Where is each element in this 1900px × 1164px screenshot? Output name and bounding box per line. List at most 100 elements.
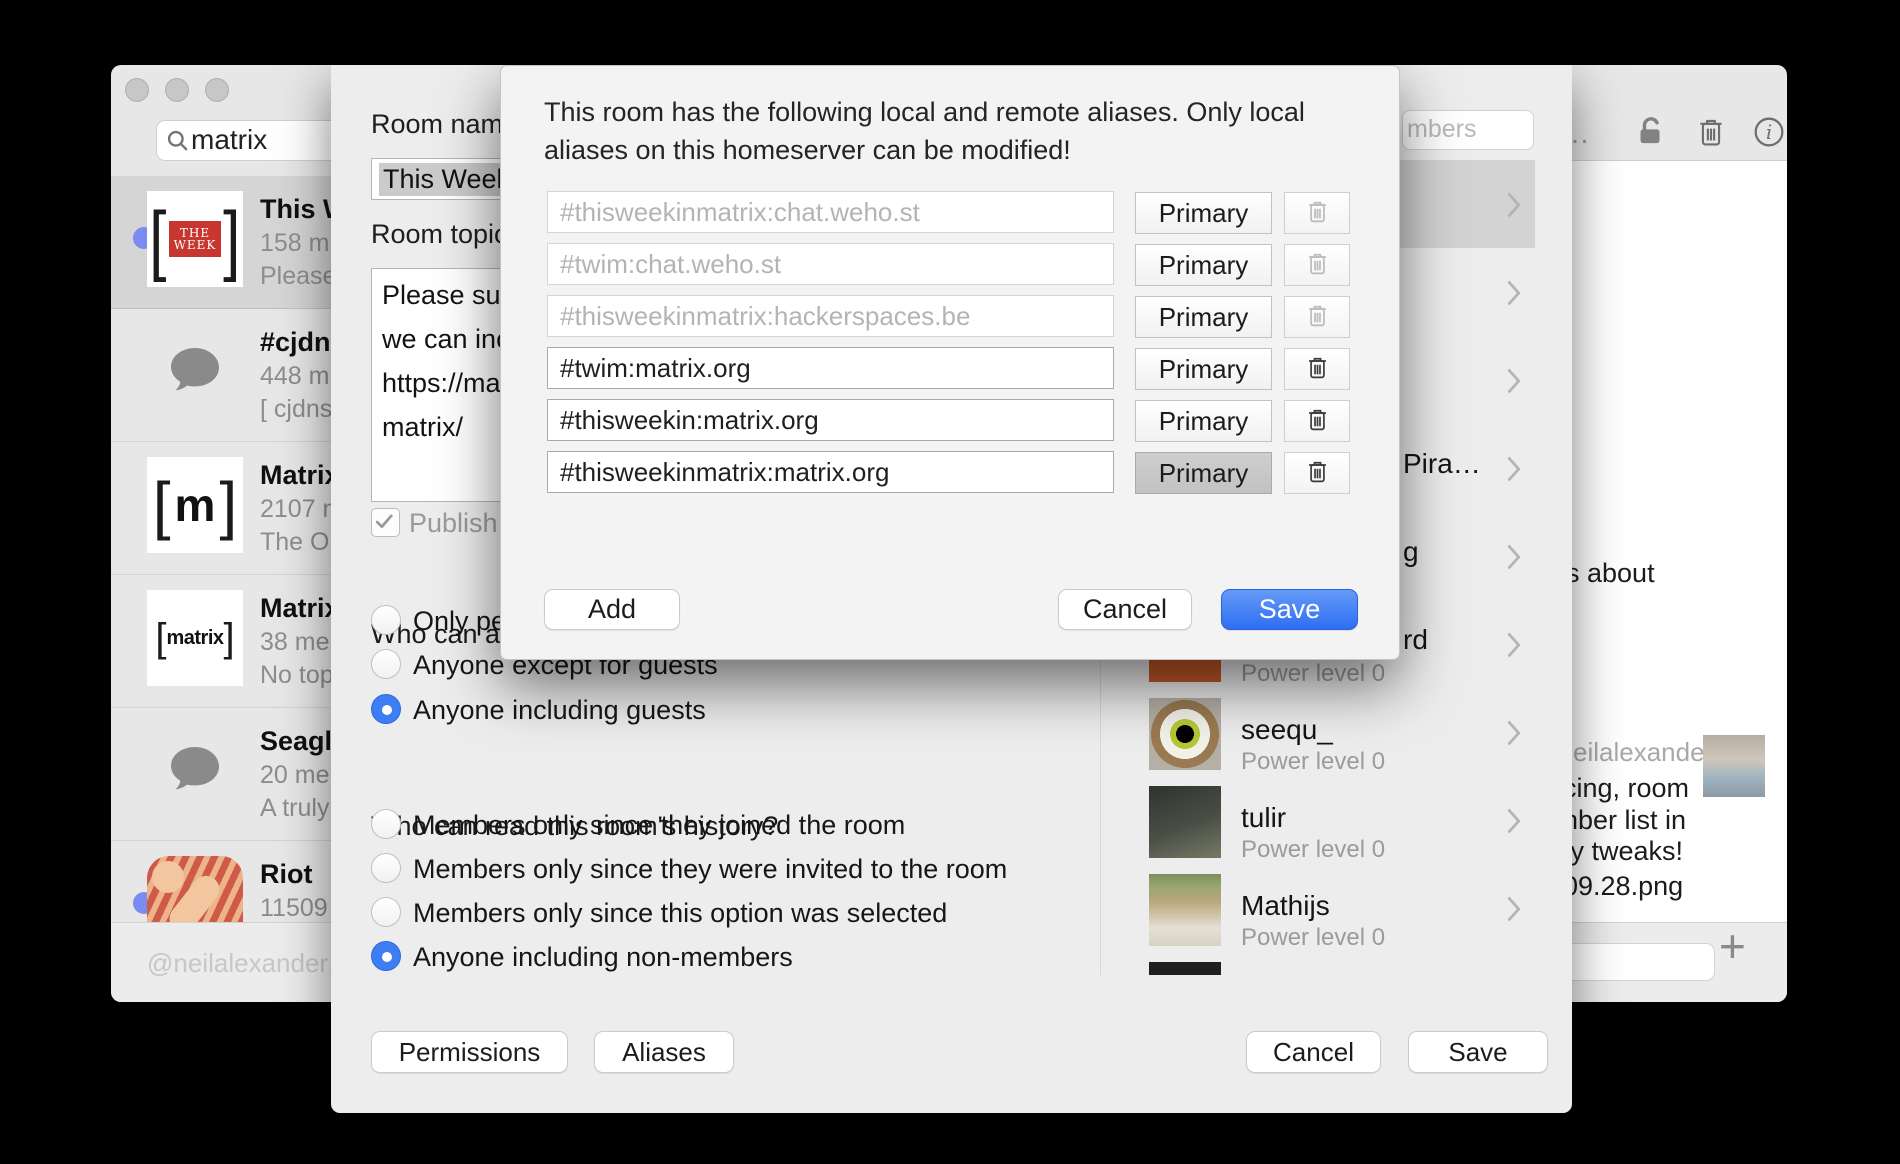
alias-input[interactable] bbox=[547, 191, 1114, 233]
publish-checkbox[interactable] bbox=[371, 508, 400, 537]
avatar bbox=[1149, 874, 1221, 946]
alias-primary-button[interactable]: Primary bbox=[1135, 296, 1272, 338]
alias-input[interactable] bbox=[547, 399, 1114, 441]
room-avatar: [m] bbox=[147, 457, 243, 553]
permissions-button[interactable]: Permissions bbox=[371, 1031, 568, 1073]
radio-icon[interactable] bbox=[371, 649, 401, 679]
avatar bbox=[1703, 735, 1765, 797]
room-list: [THEWEEK] This W 158 m Please #cjdns 448… bbox=[111, 176, 331, 922]
chevron-right-icon[interactable] bbox=[1507, 896, 1521, 927]
radio-icon[interactable] bbox=[371, 853, 401, 883]
chevron-right-icon[interactable] bbox=[1507, 544, 1521, 575]
chevron-right-icon[interactable] bbox=[1507, 456, 1521, 487]
alias-save-button[interactable]: Save bbox=[1221, 589, 1358, 630]
room-avatar: [matrix] bbox=[147, 590, 243, 686]
radio-icon[interactable] bbox=[371, 694, 401, 724]
room-topic-preview: A truly bbox=[260, 794, 329, 823]
chat-message-line: cing, room bbox=[1563, 773, 1689, 804]
room-list-item[interactable]: [m] Matrix 2107 n The O bbox=[111, 442, 331, 575]
trash-icon bbox=[1304, 301, 1331, 333]
radio-icon[interactable] bbox=[371, 605, 401, 635]
chevron-right-icon[interactable] bbox=[1507, 192, 1521, 223]
chevron-right-icon[interactable] bbox=[1507, 808, 1521, 839]
alias-delete-button[interactable] bbox=[1284, 400, 1350, 442]
alias-delete-button[interactable] bbox=[1284, 244, 1350, 286]
room-title: Matrix bbox=[260, 593, 331, 624]
alias-add-button[interactable]: Add bbox=[544, 589, 680, 630]
room-avatar bbox=[147, 324, 243, 420]
window-zoom-button[interactable] bbox=[205, 78, 229, 102]
room-list-item[interactable]: [THEWEEK] This W 158 m Please bbox=[111, 176, 331, 309]
trash-icon bbox=[1304, 353, 1331, 385]
settings-save-button[interactable]: Save bbox=[1408, 1031, 1548, 1073]
member-name-fragment: g bbox=[1403, 536, 1419, 568]
chevron-right-icon[interactable] bbox=[1507, 720, 1521, 751]
alias-row: Primary bbox=[501, 243, 1401, 287]
settings-cancel-button[interactable]: Cancel bbox=[1246, 1031, 1381, 1073]
trash-icon[interactable] bbox=[1693, 112, 1729, 152]
alias-delete-button[interactable] bbox=[1284, 192, 1350, 234]
member-filter-field[interactable] bbox=[1402, 110, 1534, 150]
info-icon[interactable]: i bbox=[1751, 112, 1787, 152]
chevron-right-icon[interactable] bbox=[1507, 368, 1521, 399]
window-close-button[interactable] bbox=[125, 78, 149, 102]
room-member-count: 38 me bbox=[260, 628, 329, 657]
window-minimize-button[interactable] bbox=[165, 78, 189, 102]
alias-input[interactable] bbox=[547, 347, 1114, 389]
aliases-button[interactable]: Aliases bbox=[594, 1031, 734, 1073]
room-avatar bbox=[147, 856, 243, 922]
radio-icon[interactable] bbox=[371, 941, 401, 971]
trash-icon bbox=[1304, 457, 1331, 489]
radio-icon[interactable] bbox=[371, 897, 401, 927]
member-name-fragment: rd bbox=[1403, 624, 1428, 656]
member-power-level: Power level 0 bbox=[1241, 836, 1385, 864]
trash-icon bbox=[1304, 249, 1331, 281]
chat-text-fragment: s about bbox=[1566, 558, 1655, 589]
alias-input[interactable] bbox=[547, 451, 1114, 493]
chat-sender-name: eilalexander bbox=[1573, 737, 1713, 768]
room-topic-preview: [ cjdns bbox=[260, 395, 331, 424]
alias-delete-button[interactable] bbox=[1284, 452, 1350, 494]
alias-primary-button[interactable]: Primary bbox=[1135, 452, 1272, 494]
member-list-item[interactable] bbox=[1101, 952, 1535, 975]
trash-icon bbox=[1304, 405, 1331, 437]
chevron-right-icon[interactable] bbox=[1507, 280, 1521, 311]
alias-primary-button[interactable]: Primary bbox=[1135, 244, 1272, 286]
chevron-right-icon[interactable] bbox=[1507, 632, 1521, 663]
member-filter-input[interactable] bbox=[1407, 115, 1525, 143]
radio-icon[interactable] bbox=[371, 809, 401, 839]
attach-plus-button[interactable]: + bbox=[1719, 919, 1746, 973]
alias-row: Primary bbox=[501, 347, 1401, 391]
alias-row: Primary bbox=[501, 399, 1401, 443]
radio-label: Members only since they were invited to … bbox=[413, 854, 1007, 885]
room-list-item[interactable]: Seagla 20 me A truly bbox=[111, 708, 331, 841]
avatar bbox=[1149, 698, 1221, 770]
alias-cancel-button[interactable]: Cancel bbox=[1058, 589, 1192, 630]
member-list-item[interactable]: Mathijs Power level 0 bbox=[1101, 864, 1535, 952]
avatar bbox=[1149, 786, 1221, 858]
alias-primary-button[interactable]: Primary bbox=[1135, 348, 1272, 390]
alias-input[interactable] bbox=[547, 243, 1114, 285]
room-title: Seagla bbox=[260, 726, 331, 757]
member-name-fragment: Pira… bbox=[1403, 448, 1481, 480]
unlock-icon[interactable] bbox=[1633, 112, 1669, 152]
alias-input[interactable] bbox=[547, 295, 1114, 337]
search-input[interactable] bbox=[191, 125, 331, 154]
trash-icon bbox=[1304, 197, 1331, 229]
room-list-item[interactable]: #cjdns 448 m [ cjdns bbox=[111, 309, 331, 442]
member-list-item[interactable]: tulir Power level 0 bbox=[1101, 776, 1535, 864]
member-power-level: Power level 0 bbox=[1241, 924, 1385, 952]
room-topic-label: Room topic bbox=[371, 219, 508, 250]
room-search-field[interactable] bbox=[156, 120, 348, 161]
member-list-item[interactable]: seequ_ Power level 0 bbox=[1101, 688, 1535, 776]
member-power-level: Power level 0 bbox=[1241, 660, 1385, 688]
room-list-item[interactable]: Riot 11509 bbox=[111, 841, 331, 922]
chat-message-line: 09.28.png bbox=[1563, 871, 1683, 902]
alias-delete-button[interactable] bbox=[1284, 348, 1350, 390]
alias-primary-button[interactable]: Primary bbox=[1135, 192, 1272, 234]
room-title: This W bbox=[260, 194, 331, 225]
alias-delete-button[interactable] bbox=[1284, 296, 1350, 338]
alias-primary-button[interactable]: Primary bbox=[1135, 400, 1272, 442]
room-topic-preview: The O bbox=[260, 528, 329, 557]
room-list-item[interactable]: [matrix] Matrix 38 me No top bbox=[111, 575, 331, 708]
